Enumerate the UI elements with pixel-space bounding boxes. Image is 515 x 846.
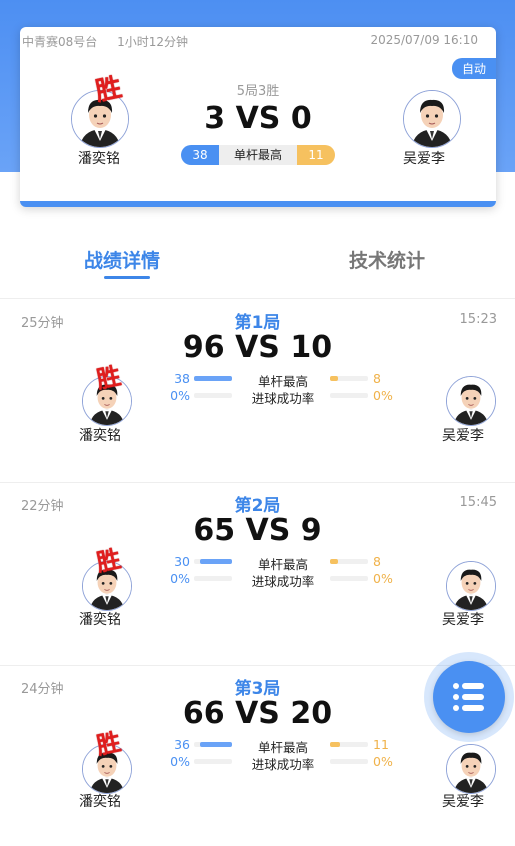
list-icon [453,683,484,711]
player-right-avatar[interactable] [446,376,496,426]
divider [0,298,515,299]
stat-highest-break: 36 单杆最高 11 [170,737,395,755]
match-datetime: 2025/07/09 16:10 [370,33,478,47]
stat-right-value: 0% [373,388,393,403]
stat-left-bar-fill [200,559,232,564]
stat-left-bar [194,559,232,564]
tab-tech-stats[interactable]: 技术统计 [349,246,425,273]
stat-label: 进球成功率 [251,757,315,772]
stat-right-value: 11 [373,737,389,752]
stat-right-bar-fill [330,559,338,564]
auto-badge[interactable]: 自动 [451,58,496,79]
card-accent-bar [20,201,496,207]
stat-left-bar [194,393,232,398]
stat-right-bar-fill [330,376,338,381]
tab-record-details[interactable]: 战绩详情 [84,246,160,273]
stat-success-rate: 0% 进球成功率 0% [170,571,395,589]
player-right-name: 吴爱李 [403,151,445,167]
player-left-name: 潘奕铭 [78,151,120,167]
stat-left-value: 36 [174,737,190,752]
stat-right-bar-fill [330,742,340,747]
player-right-name: 吴爱李 [442,428,484,444]
stat-left-bar-fill [194,376,232,381]
match-name: 中青赛08号台 [22,35,98,49]
highest-break-pill: 38 单杆最高 11 [181,145,335,165]
stat-left-value: 0% [170,571,190,586]
player-avatar-icon [447,745,495,793]
game-time: 15:23 [459,312,497,327]
stat-success-rate: 0% 进球成功率 0% [170,754,395,772]
stat-left-value: 0% [170,754,190,769]
player-right-avatar[interactable] [446,561,496,611]
stat-left-value: 30 [174,554,190,569]
stat-right-bar [330,376,368,381]
match-meta: 中青赛08号台 1小时12分钟 [22,33,204,50]
highest-break-right: 11 [297,145,335,165]
game-card[interactable]: 25分钟 第1局 15:23 96 VS 10 胜 潘奕铭 吴爱李 38 单杆最… [0,300,515,480]
stat-right-value: 8 [373,554,381,569]
match-summary-card: 中青赛08号台 1小时12分钟 2025/07/09 16:10 自动 胜 潘奕… [20,27,496,207]
stat-right-bar [330,393,368,398]
stat-right-value: 0% [373,754,393,769]
player-avatar-icon [447,562,495,610]
game-card[interactable]: 22分钟 第2局 15:45 65 VS 9 胜 潘奕铭 吴爱李 30 单杆最高… [0,483,515,663]
match-format: 5局3胜 [236,84,280,99]
player-avatar-icon [447,377,495,425]
stat-label: 进球成功率 [251,574,315,589]
player-left-name: 潘奕铭 [79,612,121,628]
stat-highest-break: 30 单杆最高 8 [170,554,395,572]
list-menu-button[interactable] [433,661,505,733]
stat-left-bar [194,576,232,581]
player-left-name: 潘奕铭 [79,794,121,810]
stat-right-bar [330,742,368,747]
stat-label: 进球成功率 [251,391,315,406]
stat-left-value: 0% [170,388,190,403]
game-score: 65 VS 9 [193,513,322,548]
stat-right-bar [330,759,368,764]
match-score: 3 VS 0 [204,101,312,136]
stat-left-bar [194,742,232,747]
stat-right-value: 0% [373,571,393,586]
highest-break-left: 38 [181,145,219,165]
match-duration: 1小时12分钟 [117,35,189,49]
tab-active-indicator [104,276,150,279]
player-left-name: 潘奕铭 [79,428,121,444]
player-right-name: 吴爱李 [442,794,484,810]
stat-right-bar [330,576,368,581]
stat-success-rate: 0% 进球成功率 0% [170,388,395,406]
stat-left-bar [194,376,232,381]
game-score: 96 VS 10 [182,330,333,365]
stat-left-value: 38 [174,371,190,386]
player-right-avatar[interactable] [446,744,496,794]
stat-right-value: 8 [373,371,381,386]
game-time: 15:45 [459,495,497,510]
tab-bar: 战绩详情 技术统计 [0,240,515,290]
stat-left-bar-fill [200,742,232,747]
player-right-name: 吴爱李 [442,612,484,628]
highest-break-label: 单杆最高 [219,145,297,165]
stat-left-bar [194,759,232,764]
stat-highest-break: 38 单杆最高 8 [170,371,395,389]
stat-right-bar [330,559,368,564]
